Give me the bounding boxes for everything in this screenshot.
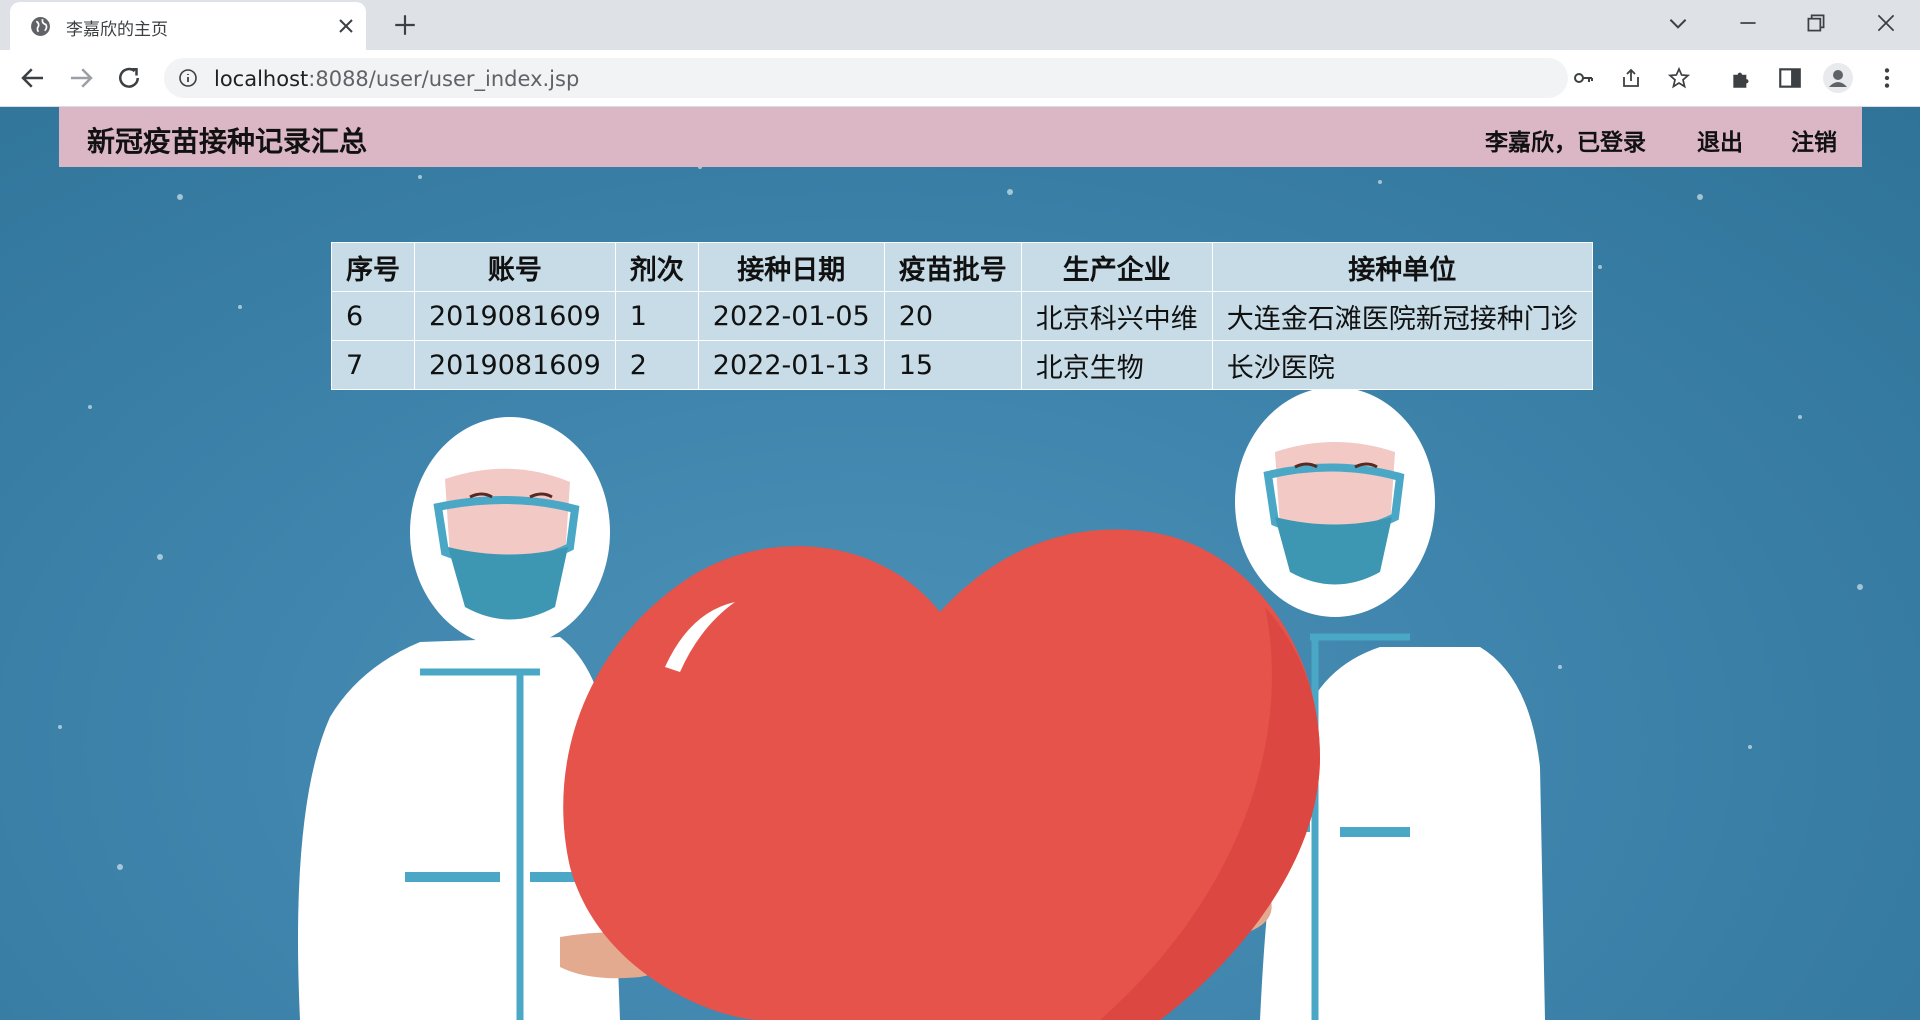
person-icon bbox=[1829, 70, 1847, 87]
address-bar[interactable]: localhost:8088/user/user_index.jsp bbox=[164, 58, 1691, 98]
side-panel-icon[interactable] bbox=[1777, 65, 1803, 91]
column-header-manufacturer: 生产企业 bbox=[1020, 242, 1213, 292]
cell-site: 大连金石滩医院新冠接种门诊 bbox=[1211, 291, 1593, 341]
forward-arrow-icon[interactable] bbox=[66, 63, 96, 93]
browser-toolbar: localhost:8088/user/user_index.jsp bbox=[0, 50, 1920, 107]
table-header-row: 序号 账号 剂次 接种日期 疫苗批号 生产企业 接种单位 bbox=[331, 242, 1593, 292]
cancel-account-link[interactable]: 注销 bbox=[1791, 123, 1837, 157]
cell-date: 2022-01-05 bbox=[697, 291, 885, 341]
url-host: localhost bbox=[214, 67, 309, 91]
page-content: 新冠疫苗接种记录汇总 李嘉欣，已登录 退出 注销 序号 账号 剂次 接种日期 疫… bbox=[0, 107, 1920, 1020]
site-header: 新冠疫苗接种记录汇总 李嘉欣，已登录 退出 注销 bbox=[59, 107, 1862, 167]
close-window-icon[interactable] bbox=[1873, 10, 1899, 36]
cell-account: 2019081609 bbox=[414, 291, 616, 341]
cell-dose: 2 bbox=[614, 340, 699, 390]
key-icon[interactable] bbox=[1571, 66, 1595, 90]
page-title: 新冠疫苗接种记录汇总 bbox=[87, 125, 368, 158]
tab-search-icon[interactable] bbox=[1665, 10, 1691, 36]
heart-illustration bbox=[563, 529, 1320, 1020]
bookmark-star-icon[interactable] bbox=[1667, 66, 1691, 90]
column-header-batch: 疫苗批号 bbox=[883, 242, 1022, 292]
cell-batch: 20 bbox=[883, 291, 1022, 341]
cell-manufacturer: 北京科兴中维 bbox=[1020, 291, 1213, 341]
column-header-date: 接种日期 bbox=[697, 242, 885, 292]
reload-icon[interactable] bbox=[114, 63, 144, 93]
globe-icon bbox=[31, 17, 50, 36]
cell-batch: 15 bbox=[883, 340, 1022, 390]
cell-manufacturer: 北京生物 bbox=[1020, 340, 1213, 390]
profile-avatar[interactable] bbox=[1823, 63, 1853, 93]
new-tab-icon[interactable] bbox=[392, 12, 418, 38]
table-row: 7 2019081609 2 2022-01-13 15 北京生物 长沙医院 bbox=[331, 340, 1593, 390]
browser-tabstrip: 李嘉欣的主页 bbox=[0, 0, 1920, 50]
cell-index: 7 bbox=[331, 340, 415, 390]
more-menu-icon[interactable] bbox=[1874, 65, 1900, 91]
user-status: 李嘉欣，已登录 bbox=[1485, 130, 1646, 156]
url-text[interactable]: localhost:8088/user/user_index.jsp bbox=[214, 67, 579, 91]
share-icon[interactable] bbox=[1619, 66, 1643, 90]
browser-tab[interactable]: 李嘉欣的主页 bbox=[10, 2, 366, 50]
restore-icon[interactable] bbox=[1803, 10, 1829, 36]
column-header-dose: 剂次 bbox=[614, 242, 699, 292]
minimize-icon[interactable] bbox=[1735, 10, 1761, 36]
cell-dose: 1 bbox=[614, 291, 699, 341]
url-path: :8088/user/user_index.jsp bbox=[308, 67, 580, 91]
table-row: 6 2019081609 1 2022-01-05 20 北京科兴中维 大连金石… bbox=[331, 291, 1593, 341]
back-arrow-icon[interactable] bbox=[18, 63, 48, 93]
logout-link[interactable]: 退出 bbox=[1697, 123, 1743, 157]
info-icon[interactable] bbox=[178, 68, 198, 88]
column-header-site: 接种单位 bbox=[1211, 242, 1593, 292]
cell-index: 6 bbox=[331, 291, 415, 341]
extensions-icon[interactable] bbox=[1729, 65, 1755, 91]
close-tab-icon[interactable] bbox=[334, 14, 358, 38]
cell-site: 长沙医院 bbox=[1211, 340, 1593, 390]
cell-account: 2019081609 bbox=[414, 340, 616, 390]
vaccination-records-table: 序号 账号 剂次 接种日期 疫苗批号 生产企业 接种单位 6 201908160… bbox=[331, 242, 1593, 390]
cell-date: 2022-01-13 bbox=[697, 340, 885, 390]
column-header-index: 序号 bbox=[331, 242, 415, 292]
column-header-account: 账号 bbox=[414, 242, 616, 292]
tab-title: 李嘉欣的主页 bbox=[66, 20, 168, 40]
